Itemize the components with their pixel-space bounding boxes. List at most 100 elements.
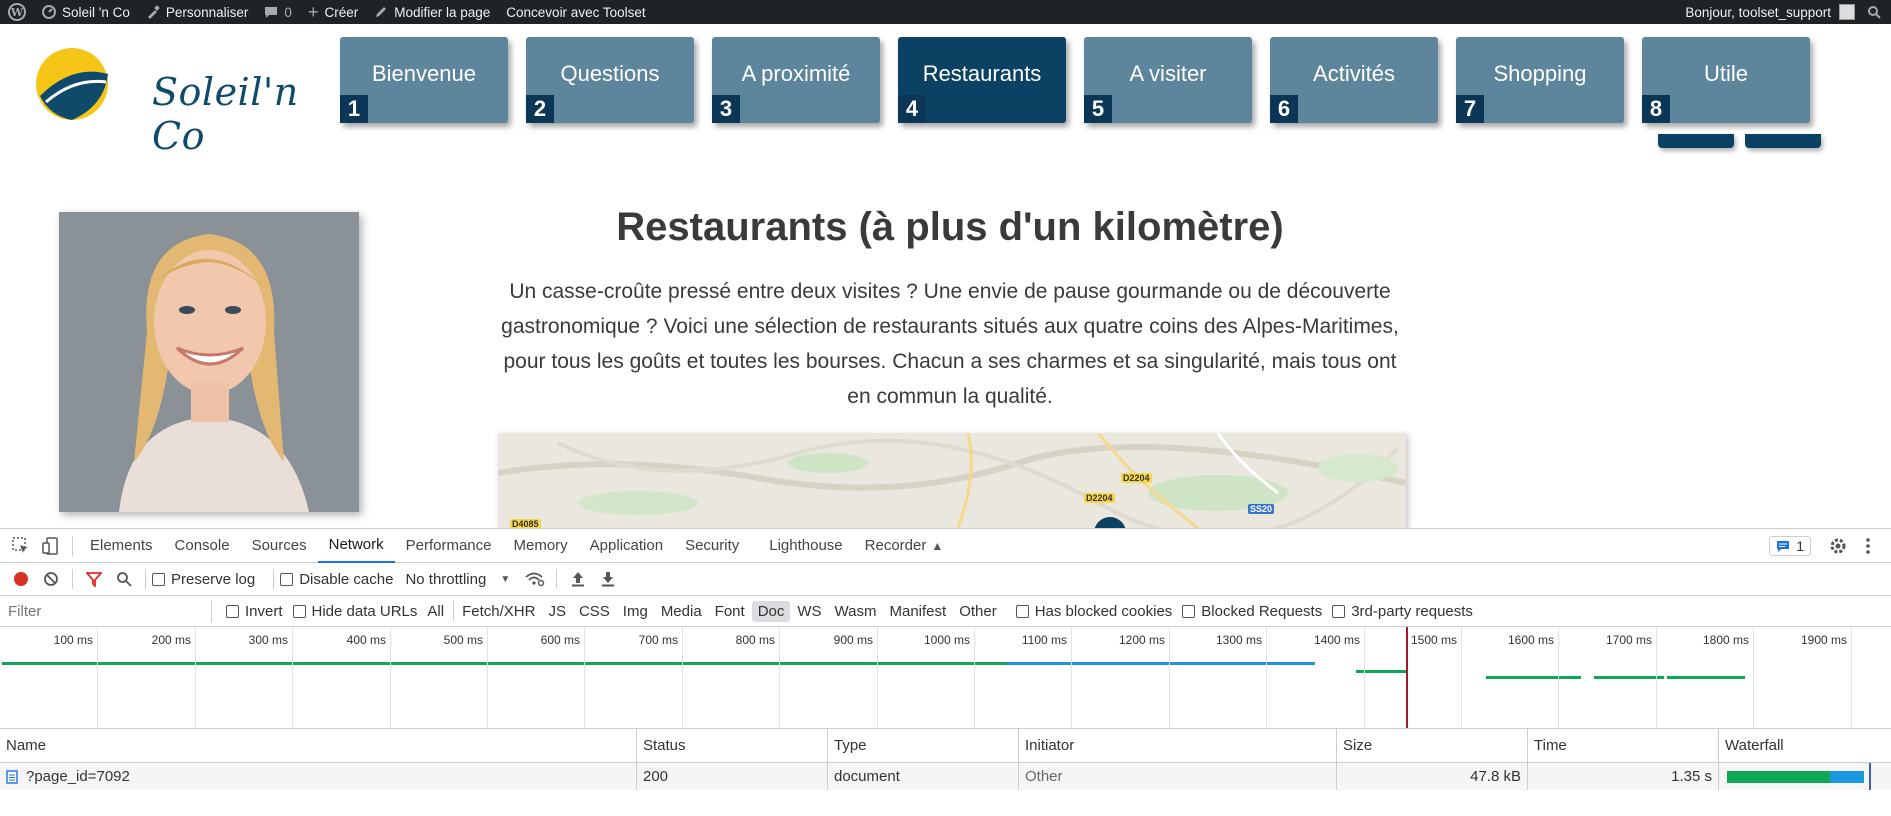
throttling-select[interactable]: No throttling ▼: [405, 571, 510, 588]
nav-item-utile[interactable]: Utile 8: [1642, 37, 1810, 123]
search-button[interactable]: [109, 564, 139, 594]
site-name-link[interactable]: Soleil 'n Co: [34, 0, 138, 24]
submenu-tab[interactable]: [1658, 134, 1734, 148]
create-new-link[interactable]: + Créer: [300, 0, 366, 24]
submenu-tab[interactable]: [1745, 134, 1821, 148]
more-options-button[interactable]: [1853, 531, 1883, 561]
network-toolbar: Preserve log Disable cache No throttling…: [0, 563, 1891, 596]
filter-type-other[interactable]: Other: [953, 601, 1003, 622]
nav-label: Shopping: [1493, 61, 1587, 86]
table-row[interactable]: ?page_id=7092 200 document Other 47.8 kB…: [0, 763, 1891, 790]
filter-toggle-button[interactable]: [79, 564, 109, 594]
tab-performance[interactable]: Performance: [395, 529, 503, 563]
nav-item-a-proximite[interactable]: A proximité 3: [712, 37, 880, 123]
road-label: D2204: [1084, 493, 1115, 503]
nav-number: 8: [1642, 95, 1670, 123]
nav-item-a-visiter[interactable]: A visiter 5: [1084, 37, 1252, 123]
import-har-button[interactable]: [563, 564, 593, 594]
timeline-bar-green: [2, 662, 1007, 665]
nav-item-activites[interactable]: Activités 6: [1270, 37, 1438, 123]
timeline-gridline: [1656, 627, 1657, 728]
comments-link[interactable]: 0: [256, 0, 300, 24]
restaurants-map[interactable]: D2204 D2204 D4085 SS20: [498, 433, 1406, 528]
tab-memory[interactable]: Memory: [503, 529, 579, 563]
invert-checkbox[interactable]: Invert: [226, 603, 283, 620]
nav-item-bienvenue[interactable]: Bienvenue 1: [340, 37, 508, 123]
page-title: Restaurants (à plus d'un kilomètre): [616, 205, 1284, 249]
timeline-gridline: [877, 627, 878, 728]
timeline-gridline: [487, 627, 488, 728]
filter-type-img[interactable]: Img: [617, 601, 654, 622]
nav-label: Activités: [1313, 61, 1395, 86]
requests-table-header: Name Status Type Initiator Size Time Wat…: [0, 729, 1891, 763]
export-har-button[interactable]: [593, 564, 623, 594]
toolset-label: Concevoir avec Toolset: [506, 4, 646, 20]
column-type[interactable]: Type: [828, 729, 1019, 762]
tab-lighthouse[interactable]: Lighthouse: [758, 529, 853, 563]
wifi-settings-icon: [525, 572, 545, 587]
settings-button[interactable]: [1823, 531, 1853, 561]
avatar: [1839, 4, 1855, 20]
column-status[interactable]: Status: [637, 729, 828, 762]
nav-item-shopping[interactable]: Shopping 7: [1456, 37, 1624, 123]
network-overview-timeline[interactable]: 100 ms 200 ms 300 ms 400 ms 500 ms 600 ms 700 …: [0, 627, 1891, 729]
device-toolbar-button[interactable]: [36, 531, 66, 561]
inspect-element-button[interactable]: [6, 531, 36, 561]
filter-type-js[interactable]: JS: [542, 601, 572, 622]
tab-elements[interactable]: Elements: [79, 529, 164, 563]
intro-paragraph: Un casse-croûte pressé entre deux visite…: [501, 280, 1399, 408]
filter-input[interactable]: [4, 600, 212, 622]
site-logo[interactable]: Soleil'n Co: [32, 44, 298, 158]
blocked-requests-checkbox[interactable]: Blocked Requests: [1182, 603, 1322, 620]
road-label: D2204: [1121, 473, 1152, 483]
disable-cache-checkbox[interactable]: Disable cache: [280, 571, 393, 588]
search-icon: [117, 572, 132, 587]
customize-link[interactable]: Personnaliser: [138, 0, 257, 24]
column-initiator[interactable]: Initiator: [1019, 729, 1337, 762]
checkbox-box: [152, 572, 165, 586]
tab-network[interactable]: Network: [317, 529, 395, 563]
issues-counter[interactable]: 1: [1769, 536, 1811, 556]
wp-admin-bar: W Soleil 'n Co Personnaliser 0 + Créer M…: [0, 0, 1891, 24]
timeline-tick-label: 1100 ms: [1021, 633, 1067, 647]
filter-type-media[interactable]: Media: [655, 601, 708, 622]
blocked-cookies-checkbox[interactable]: Has blocked cookies: [1015, 603, 1172, 620]
tab-console[interactable]: Console: [164, 529, 241, 563]
preserve-log-label: Preserve log: [171, 570, 256, 588]
invert-label: Invert: [245, 602, 283, 620]
hide-data-urls-checkbox[interactable]: Hide data URLs: [292, 603, 417, 620]
filter-type-manifest[interactable]: Manifest: [884, 601, 953, 622]
column-size[interactable]: Size: [1337, 729, 1528, 762]
tab-recorder[interactable]: Recorder ▲: [854, 529, 955, 563]
tab-sources[interactable]: Sources: [241, 529, 318, 563]
my-account-menu[interactable]: Bonjour, toolset_support: [1677, 0, 1863, 24]
filter-type-font[interactable]: Font: [709, 601, 751, 622]
network-conditions-button[interactable]: [520, 564, 550, 594]
nav-label: Questions: [560, 61, 660, 86]
filter-type-wasm[interactable]: Wasm: [829, 601, 883, 622]
column-waterfall[interactable]: Waterfall: [1719, 729, 1891, 762]
blocked-requests-label: Blocked Requests: [1201, 602, 1323, 620]
filter-type-ws[interactable]: WS: [791, 601, 827, 622]
toolset-design-link[interactable]: Concevoir avec Toolset: [498, 0, 653, 24]
record-button[interactable]: [6, 564, 36, 594]
wp-logo-menu[interactable]: W: [0, 0, 34, 24]
clear-button[interactable]: [36, 564, 66, 594]
tab-security[interactable]: Security: [674, 529, 750, 563]
preserve-log-checkbox[interactable]: Preserve log: [152, 571, 255, 588]
column-name[interactable]: Name: [0, 729, 637, 762]
admin-search[interactable]: [1863, 0, 1891, 24]
tab-application[interactable]: Application: [579, 529, 674, 563]
third-party-checkbox[interactable]: 3rd-party requests: [1332, 603, 1473, 620]
filter-type-all[interactable]: All: [421, 601, 450, 622]
filter-type-fetch-xhr[interactable]: Fetch/XHR: [456, 601, 541, 622]
timeline-tick-label: 1700 ms: [1605, 633, 1652, 647]
timeline-tick-label: 900 ms: [833, 633, 873, 647]
nav-item-restaurants[interactable]: Restaurants 4: [898, 37, 1066, 123]
filter-type-css[interactable]: CSS: [573, 601, 616, 622]
nav-item-questions[interactable]: Questions 2: [526, 37, 694, 123]
filter-type-doc[interactable]: Doc: [751, 600, 791, 622]
edit-page-link[interactable]: Modifier la page: [366, 0, 498, 24]
cell-initiator: Other: [1019, 763, 1337, 790]
column-time[interactable]: Time: [1528, 729, 1719, 762]
